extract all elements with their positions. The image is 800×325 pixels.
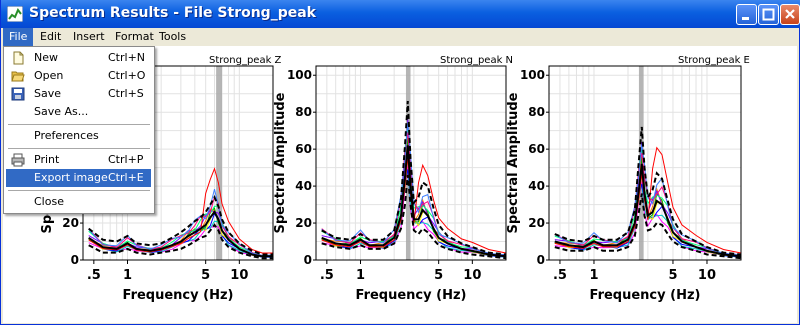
menu-item-shortcut: Ctrl+N [108, 51, 146, 64]
close-window-button[interactable] [780, 4, 800, 25]
y-tick-label: 0 [537, 253, 545, 267]
open-folder-icon [11, 71, 25, 82]
spectrum-chart-2: 0 20 40 60 80 100 .5 1 5 10 Frequency (Hz) Spectral… [506, 65, 742, 303]
printer-icon [11, 153, 25, 167]
menu-tools[interactable]: Tools [153, 28, 192, 46]
menu-item-new[interactable]: New Ctrl+N [6, 49, 151, 67]
x-tick-label: .5 [87, 268, 101, 283]
menu-item-open[interactable]: Open Ctrl+O [6, 67, 151, 85]
x-tick-label: .5 [553, 268, 567, 283]
x-tick-label: .5 [320, 268, 334, 283]
y-tick-label: 40 [528, 179, 545, 193]
menu-item-label: Save [34, 87, 62, 100]
file-menu-dropdown: New Ctrl+N Open Ctrl+O Save Ctrl+S Save … [3, 46, 155, 214]
x-tick-label: 1 [356, 268, 365, 283]
x-axis-label: Frequency (Hz) [123, 288, 234, 303]
new-document-icon [13, 51, 24, 65]
x-tick-label: 10 [463, 268, 481, 283]
y-tick-label: 100 [520, 68, 545, 82]
menu-item-shortcut: Ctrl+O [108, 69, 146, 82]
x-tick-label: 5 [668, 268, 677, 283]
y-tick-label: 100 [287, 68, 312, 82]
menu-item-save-as[interactable]: Save As... [6, 103, 151, 121]
menu-item-save[interactable]: Save Ctrl+S [6, 85, 151, 103]
x-axis-label: Frequency (Hz) [590, 288, 701, 303]
menu-item-label: New [34, 51, 58, 64]
menu-item-close[interactable]: Close [6, 193, 151, 211]
menu-separator [8, 148, 150, 149]
x-tick-label: 10 [698, 268, 716, 283]
x-tick-label: 1 [123, 268, 132, 283]
maximize-icon [762, 8, 775, 21]
spectrum-chart-1: 0 20 40 60 80 100 .5 1 5 10 Frequency (Hz) Spectral… [273, 65, 507, 303]
x-tick-label: 10 [230, 268, 248, 283]
y-axis-label: Spectral Amplitude [506, 92, 521, 233]
y-tick-label: 0 [304, 253, 312, 267]
y-tick-label: 60 [295, 142, 312, 156]
menu-item-shortcut: Ctrl+S [108, 87, 144, 100]
menu-item-shortcut: Ctrl+P [108, 153, 144, 166]
y-tick-label: 20 [295, 216, 312, 230]
maximize-button[interactable] [758, 4, 779, 25]
menu-item-label: Print [34, 153, 60, 166]
menu-item-shortcut: Ctrl+E [108, 171, 144, 184]
menu-item-preferences[interactable]: Preferences [6, 127, 151, 145]
menu-item-label: Export image [34, 171, 108, 184]
menu-separator [8, 124, 150, 125]
window-title: Spectrum Results - File Strong_peak [29, 5, 316, 21]
menu-item-label: Open [34, 69, 64, 82]
x-tick-label: 1 [589, 268, 598, 283]
x-axis-label: Frequency (Hz) [356, 288, 467, 303]
title-bar[interactable]: Spectrum Results - File Strong_peak [1, 0, 800, 28]
minimize-icon [742, 17, 749, 20]
menu-file[interactable]: File [3, 28, 34, 46]
x-tick-label: 5 [434, 268, 443, 283]
menu-edit[interactable]: Edit [34, 28, 67, 46]
menu-insert[interactable]: Insert [67, 28, 111, 46]
y-tick-label: 60 [528, 142, 545, 156]
menu-bar: File Edit Insert Format Tools [1, 28, 799, 46]
y-axis-label: Spectral Amplitude [273, 92, 288, 233]
menu-item-print[interactable]: Print Ctrl+P [6, 151, 151, 169]
y-tick-label: 80 [295, 105, 312, 119]
y-tick-label: 20 [62, 216, 79, 230]
save-disk-icon [11, 87, 25, 101]
y-tick-label: 80 [528, 105, 545, 119]
y-tick-label: 0 [71, 253, 79, 267]
menu-item-label: Close [34, 195, 64, 208]
y-tick-label: 20 [528, 216, 545, 230]
y-tick-label: 40 [295, 179, 312, 193]
menu-item-label: Save As... [34, 105, 89, 118]
plot-background [549, 66, 741, 260]
spectrum-results-window: Spectrum Results - File Strong_peak File… [0, 0, 800, 325]
app-icon [7, 6, 23, 22]
menu-separator [8, 190, 150, 191]
close-icon [785, 9, 795, 19]
minimize-button[interactable] [736, 4, 757, 25]
menu-item-label: Preferences [34, 129, 99, 142]
x-tick-label: 5 [201, 268, 210, 283]
menu-item-export-image[interactable]: Export image Ctrl+E [6, 169, 151, 187]
